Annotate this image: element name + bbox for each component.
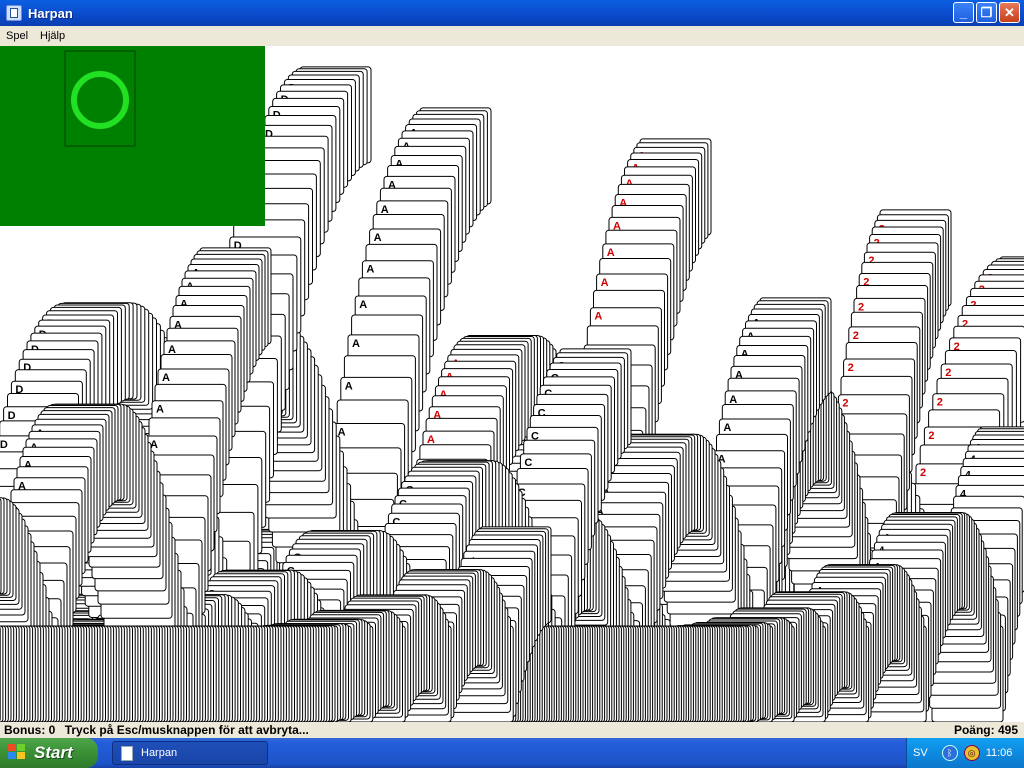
- window-controls: _ ❐ ✕: [953, 2, 1020, 23]
- card-rank-glyph: 2: [853, 330, 859, 342]
- card-rank-glyph: 2: [937, 397, 943, 409]
- card-rank-glyph: 2: [858, 301, 864, 313]
- start-button[interactable]: Start: [0, 738, 98, 768]
- card-rank-glyph: 2: [945, 367, 951, 379]
- card-rank-glyph: A: [594, 311, 602, 323]
- card-rank-glyph: D: [0, 439, 8, 451]
- status-message: Tryck på Esc/musknappen för att avbryta.…: [64, 723, 309, 737]
- card-rank-glyph: A: [156, 404, 164, 416]
- card-rank-glyph: C: [524, 457, 532, 469]
- bonus-text: Bonus: 0: [4, 723, 56, 737]
- title-bar[interactable]: Harpan _ ❐ ✕: [0, 0, 1024, 26]
- bouncing-card: A: [0, 498, 2, 595]
- system-tray: SV ᛒ ◎ 11:06: [906, 738, 1024, 768]
- game-board[interactable]: 2222222222222222222222222222222222222222…: [0, 46, 1024, 722]
- start-label: Start: [34, 743, 73, 762]
- menu-hjalp[interactable]: Hjälp: [34, 30, 71, 42]
- maximize-button[interactable]: ❐: [976, 2, 997, 23]
- card-rank-glyph: D: [242, 207, 250, 219]
- card-rank-glyph: 2: [848, 362, 854, 374]
- menu-bar: Spel Hjälp: [0, 26, 1024, 46]
- card-rank-glyph: A: [366, 264, 374, 276]
- app-icon: [6, 5, 22, 21]
- taskbar: Start Harpan SV ᛒ ◎ 11:06: [0, 738, 1024, 768]
- close-icon: ✕: [1004, 5, 1015, 20]
- card-rank-glyph: 2: [842, 398, 848, 410]
- language-indicator[interactable]: SV: [913, 747, 928, 759]
- bluetooth-icon[interactable]: ᛒ: [941, 745, 958, 761]
- card-rank-glyph: 2: [920, 467, 926, 479]
- status-bar: Bonus: 0 Tryck på Esc/musknappen för att…: [0, 722, 1024, 738]
- maximize-icon: ❐: [980, 5, 993, 20]
- menu-spel[interactable]: Spel: [0, 30, 34, 42]
- card-rank-glyph: A: [352, 338, 360, 350]
- score-text: Poäng: 495: [953, 723, 1018, 737]
- taskbar-item-harpan[interactable]: Harpan: [112, 741, 268, 765]
- clock: 11:06: [985, 747, 1013, 759]
- card-rank-glyph: A: [723, 422, 731, 434]
- window-title: Harpan: [28, 5, 73, 21]
- card-rank-glyph: A: [601, 277, 609, 289]
- card-rank-glyph: A: [374, 232, 382, 244]
- card-rank-glyph: A: [359, 299, 367, 311]
- card-rank-glyph: D: [249, 177, 257, 189]
- card-rank-glyph: A: [607, 247, 615, 259]
- app-icon: [121, 745, 133, 761]
- card-cascade-canvas: 2222222222222222222222222222222222222222…: [0, 66, 1024, 722]
- card-rank-glyph: 2: [928, 430, 934, 442]
- globe-icon[interactable]: ◎: [963, 745, 980, 761]
- close-button[interactable]: ✕: [999, 2, 1020, 23]
- minimize-icon: _: [959, 5, 968, 20]
- windows-flag-icon: [8, 744, 28, 762]
- card-rank-glyph: A: [162, 372, 170, 384]
- card-rank-glyph: D: [8, 410, 16, 422]
- minimize-button[interactable]: _: [953, 2, 974, 23]
- taskbar-item-label: Harpan: [141, 747, 178, 759]
- card-rank-glyph: A: [345, 380, 353, 392]
